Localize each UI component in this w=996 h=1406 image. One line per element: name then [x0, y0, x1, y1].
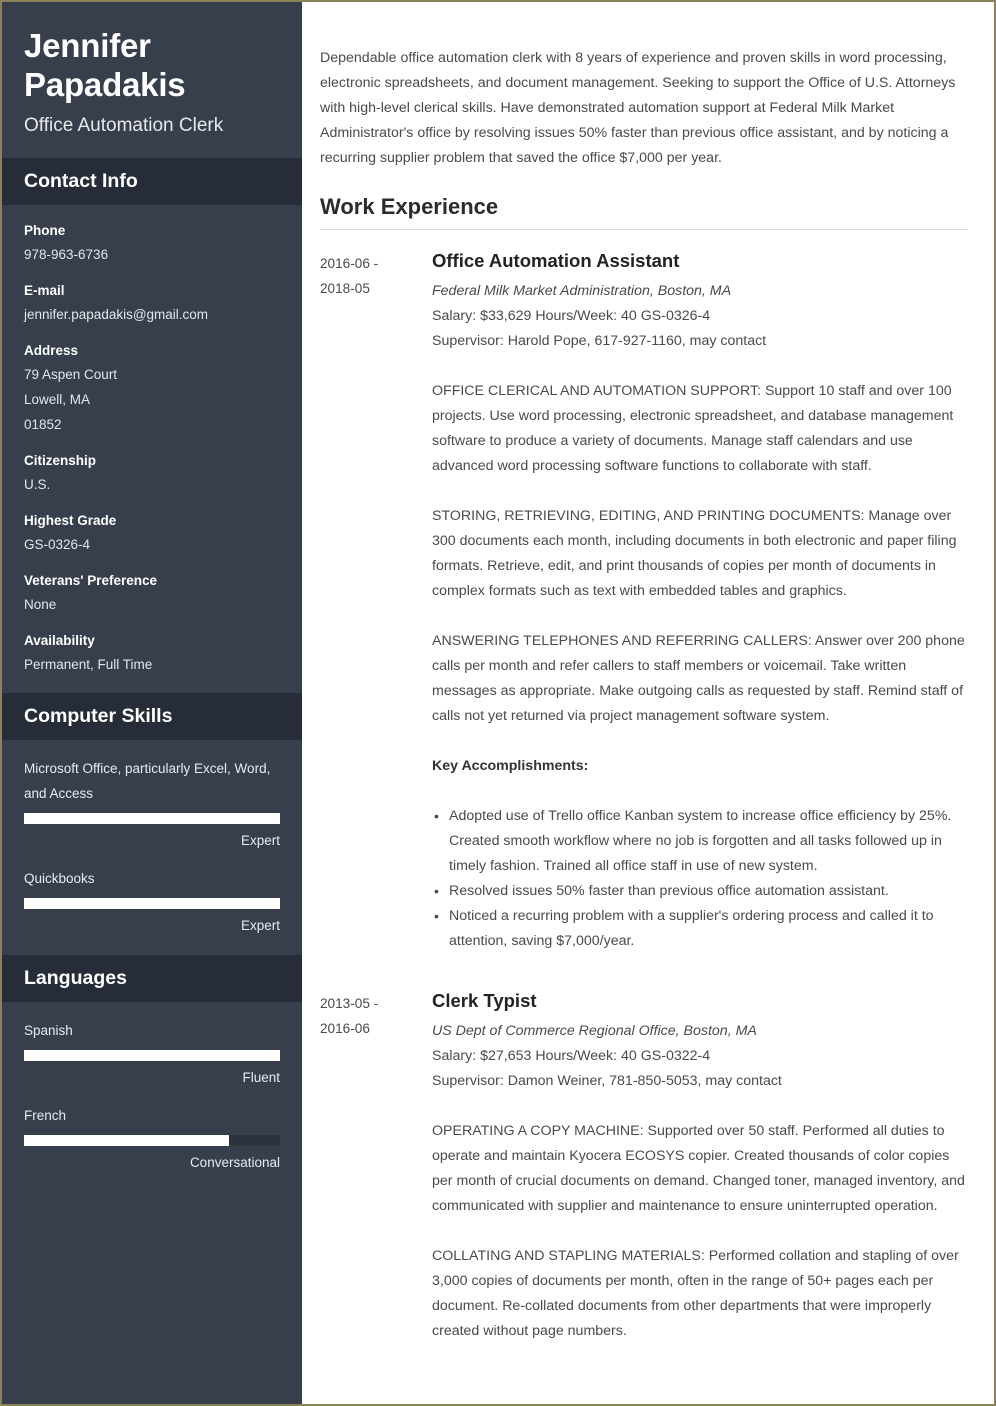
contact-value-address: 79 Aspen Court Lowell, MA 01852 [24, 362, 280, 437]
key-accomplishments-list: Adopted use of Trello office Kanban syst… [432, 804, 968, 954]
skill-item: Microsoft Office, particularly Excel, Wo… [24, 756, 280, 852]
language-name: French [24, 1108, 67, 1123]
contact-label: Phone [24, 223, 66, 238]
language-item: Spanish Fluent [24, 1018, 280, 1089]
candidate-job-title: Office Automation Clerk [24, 115, 224, 136]
job-salary-line: Salary: $33,629 Hours/Week: 40 GS-0326-4 [432, 308, 711, 324]
resume-page: Jennifer Papadakis Office Automation Cle… [0, 0, 996, 1406]
job-date-start: 2013-05 - [320, 996, 379, 1011]
contact-item-email: E-mail jennifer.papadakis@gmail.com [24, 281, 280, 327]
main-content: Dependable office automation clerk with … [302, 2, 994, 1404]
contact-item-phone: Phone 978-963-6736 [24, 221, 280, 267]
section-divider [320, 229, 968, 230]
contact-label: Veterans' Preference [24, 573, 158, 588]
contact-item-highest-grade: Highest Grade GS-0326-4 [24, 511, 280, 557]
languages-body: Spanish Fluent French Conversational [2, 1002, 302, 1192]
language-item: French Conversational [24, 1103, 280, 1174]
contact-label: Citizenship [24, 453, 97, 468]
job-supervisor-line: Supervisor: Harold Pope, 617-927-1160, m… [432, 333, 767, 349]
section-header-contact-info: Contact Info [2, 158, 302, 205]
job-employer: Federal Milk Market Administration, Bost… [432, 283, 732, 299]
resume-layout: Jennifer Papadakis Office Automation Cle… [2, 2, 994, 1404]
contact-value: None [24, 597, 57, 612]
job-description-paragraph: COLLATING AND STAPLING MATERIALS: Perfor… [432, 1248, 959, 1339]
section-title-computer-skills: Computer Skills [24, 705, 173, 727]
section-header-computer-skills: Computer Skills [2, 693, 302, 740]
skill-level-bar-fill [24, 898, 280, 909]
skill-name: Quickbooks [24, 871, 95, 886]
contact-value: GS-0326-4 [24, 537, 91, 552]
job-date-end: 2018-05 [320, 281, 370, 296]
contact-item-veterans-preference: Veterans' Preference None [24, 571, 280, 617]
contact-value: 978-963-6736 [24, 247, 109, 262]
list-item: Noticed a recurring problem with a suppl… [434, 904, 968, 954]
language-level-bar [24, 1050, 280, 1061]
job-role-title: Office Automation Assistant [432, 250, 680, 271]
language-level-label: Conversational [189, 1155, 280, 1170]
job-role-title: Clerk Typist [432, 990, 537, 1011]
section-title-work-experience: Work Experience [320, 194, 499, 219]
job-description-paragraph: OFFICE CLERICAL AND AUTOMATION SUPPORT: … [432, 383, 954, 474]
language-level-bar [24, 1135, 280, 1146]
job-date-range: 2013-05 - 2016-06 [320, 988, 432, 1041]
contact-label: Availability [24, 633, 95, 648]
contact-info-body: Phone 978-963-6736 E-mail jennifer.papad… [2, 205, 302, 693]
skill-level-bar-fill [24, 813, 280, 824]
section-title-languages: Languages [24, 967, 127, 989]
contact-value: U.S. [24, 477, 51, 492]
work-experience-entry: 2013-05 - 2016-06 Clerk Typist US Dept o… [320, 988, 968, 1344]
job-date-end: 2016-06 [320, 1021, 370, 1036]
contact-label: Address [24, 343, 79, 358]
work-experience-entry: 2016-06 - 2018-05 Office Automation Assi… [320, 248, 968, 954]
language-level-bar-fill [24, 1135, 229, 1146]
skill-level-bar [24, 898, 280, 909]
section-title-contact-info: Contact Info [24, 170, 138, 192]
section-header-languages: Languages [2, 955, 302, 1002]
sidebar-header: Jennifer Papadakis Office Automation Cle… [2, 2, 302, 158]
contact-label: E-mail [24, 283, 65, 298]
job-date-range: 2016-06 - 2018-05 [320, 248, 432, 301]
list-item: Adopted use of Trello office Kanban syst… [434, 804, 968, 879]
address-line-1: 79 Aspen Court [24, 367, 118, 382]
list-item: Resolved issues 50% faster than previous… [434, 879, 968, 904]
candidate-name: Jennifer Papadakis [24, 27, 186, 103]
job-salary-line: Salary: $27,653 Hours/Week: 40 GS-0322-4 [432, 1048, 711, 1064]
contact-value: Permanent, Full Time [24, 657, 153, 672]
job-details: Office Automation Assistant Federal Milk… [432, 248, 968, 954]
key-accomplishments-title: Key Accomplishments: [432, 758, 589, 774]
job-date-start: 2016-06 - [320, 256, 379, 271]
language-level-bar-fill [24, 1050, 280, 1061]
job-employer: US Dept of Commerce Regional Office, Bos… [432, 1023, 757, 1039]
address-line-3: 01852 [24, 417, 62, 432]
language-name: Spanish [24, 1023, 73, 1038]
contact-item-availability: Availability Permanent, Full Time [24, 631, 280, 677]
computer-skills-body: Microsoft Office, particularly Excel, Wo… [2, 740, 302, 955]
contact-item-citizenship: Citizenship U.S. [24, 451, 280, 497]
contact-value: jennifer.papadakis@gmail.com [24, 307, 209, 322]
job-description-paragraph: STORING, RETRIEVING, EDITING, AND PRINTI… [432, 508, 957, 599]
professional-summary: Dependable office automation clerk with … [320, 50, 956, 166]
skill-level-label: Expert [240, 918, 280, 933]
job-description-paragraph: ANSWERING TELEPHONES AND REFERRING CALLE… [432, 633, 965, 724]
sidebar: Jennifer Papadakis Office Automation Cle… [2, 2, 302, 1404]
skill-level-label: Expert [240, 833, 280, 848]
skill-name: Microsoft Office, particularly Excel, Wo… [24, 761, 271, 801]
language-level-label: Fluent [242, 1070, 280, 1085]
contact-label: Highest Grade [24, 513, 117, 528]
skill-level-bar [24, 813, 280, 824]
job-description-paragraph: OPERATING A COPY MACHINE: Supported over… [432, 1123, 965, 1214]
address-line-2: Lowell, MA [24, 392, 91, 407]
contact-item-address: Address 79 Aspen Court Lowell, MA 01852 [24, 341, 280, 437]
skill-item: Quickbooks Expert [24, 866, 280, 937]
job-details: Clerk Typist US Dept of Commerce Regiona… [432, 988, 968, 1344]
job-supervisor-line: Supervisor: Damon Weiner, 781-850-5053, … [432, 1073, 782, 1089]
